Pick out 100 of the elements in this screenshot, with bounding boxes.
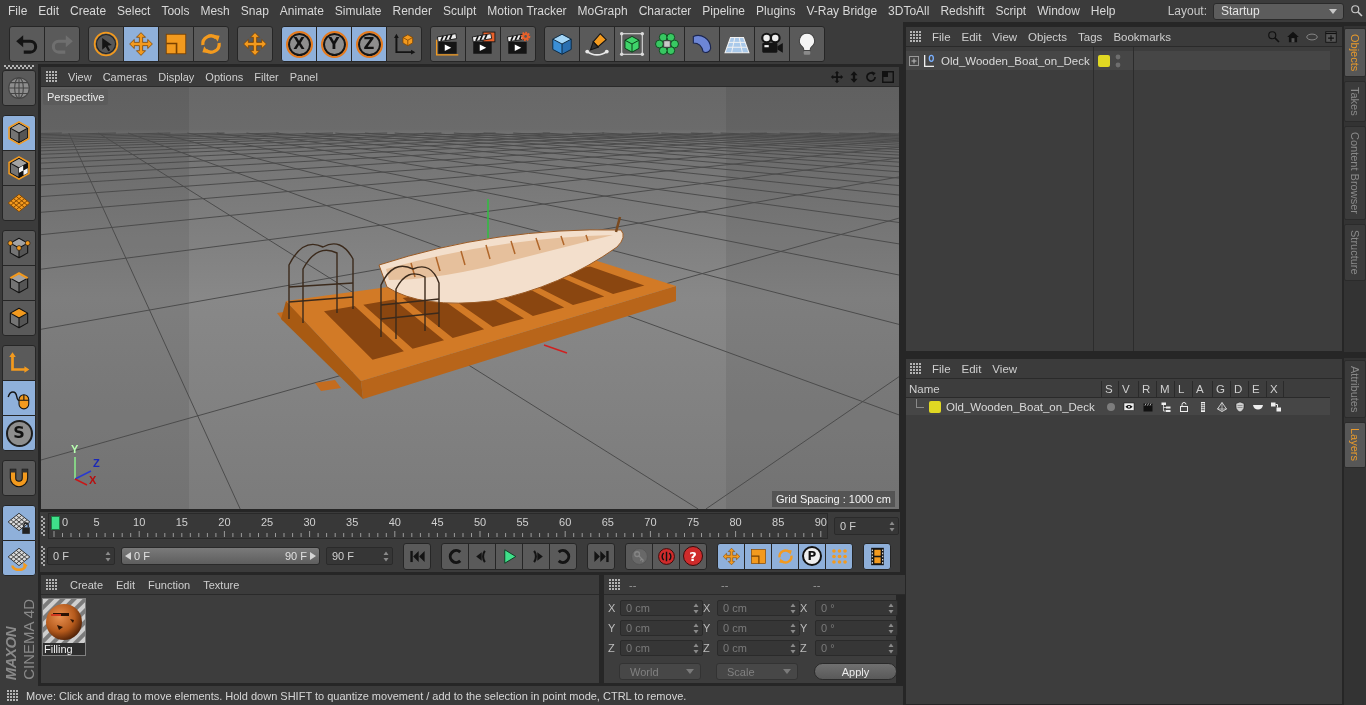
range-slider[interactable]: 0 F 90 F <box>121 547 320 565</box>
dots-icon[interactable] <box>1115 53 1121 68</box>
end-frame-field[interactable]: 90 F <box>326 547 393 565</box>
menu-item[interactable]: Filter <box>254 70 279 83</box>
menu-item[interactable]: Tags <box>1078 30 1103 43</box>
menu-item[interactable]: Plugins <box>756 4 796 18</box>
key-position-button[interactable] <box>717 542 745 570</box>
menu-item[interactable]: Render <box>392 4 432 18</box>
magnet-button[interactable] <box>2 460 36 496</box>
material-tile[interactable]: Filling <box>42 598 86 656</box>
points-button[interactable] <box>2 230 36 266</box>
timeline-window-button[interactable] <box>863 542 891 570</box>
column-header[interactable]: E <box>1249 381 1267 397</box>
menu-item[interactable]: Window <box>1037 4 1080 18</box>
timeline-ruler[interactable]: 0 5 10 15 20 25 30 35 40 45 50 55 60 65 70 75 80 85 90 <box>48 513 828 539</box>
menu-item[interactable]: File <box>8 4 28 18</box>
menu-item[interactable]: File <box>932 362 951 375</box>
workplane-lock-button[interactable] <box>2 505 36 541</box>
key-scale-button[interactable] <box>744 542 772 570</box>
axis-lock-button[interactable]: Z <box>351 26 387 62</box>
menu-item[interactable]: Motion Tracker <box>487 4 567 18</box>
cube-button[interactable] <box>544 26 580 62</box>
hierarchy-icon[interactable] <box>1160 400 1172 413</box>
clapperboard-icon[interactable] <box>1142 400 1154 413</box>
menu-item[interactable]: Function <box>148 578 191 591</box>
lock-icon[interactable] <box>1178 400 1190 413</box>
menu-item[interactable]: MoGraph <box>577 4 628 18</box>
play-button[interactable] <box>495 542 523 570</box>
rotate-button[interactable] <box>193 26 229 62</box>
planar-button[interactable] <box>2 540 36 576</box>
model-button[interactable] <box>2 115 36 151</box>
color-swatch-icon[interactable] <box>929 400 941 413</box>
column-header[interactable]: V <box>1119 381 1139 397</box>
home-icon[interactable] <box>1286 29 1300 44</box>
menu-item[interactable]: Tools <box>161 4 190 18</box>
column-header[interactable]: X <box>1267 381 1284 397</box>
menu-item[interactable]: 3DToAll <box>888 4 930 18</box>
axis-lock-button[interactable]: X <box>281 26 317 62</box>
menu-item[interactable]: Mesh <box>200 4 230 18</box>
menu-item[interactable]: Character <box>638 4 692 18</box>
camera-button[interactable] <box>754 26 790 62</box>
menu-item[interactable]: Simulate <box>334 4 382 18</box>
column-header[interactable]: S <box>1102 381 1119 397</box>
texture-button[interactable] <box>2 150 36 186</box>
menu-item[interactable]: Edit <box>961 30 982 43</box>
move-button[interactable] <box>123 26 159 62</box>
menu-item[interactable]: V-Ray Bridge <box>806 4 878 18</box>
menu-item[interactable]: Display <box>158 70 195 83</box>
menu-item[interactable]: Texture <box>203 578 240 591</box>
menu-item[interactable]: Edit <box>116 578 135 591</box>
go-start-button[interactable] <box>403 542 431 570</box>
snap-button[interactable]: S <box>2 415 36 451</box>
camera-label[interactable]: Perspective <box>43 89 109 105</box>
live-select-button[interactable] <box>88 26 124 62</box>
start-frame-field[interactable]: 0 F <box>47 547 115 565</box>
menu-item[interactable]: Panel <box>289 70 318 83</box>
current-frame-field[interactable]: 0 F <box>834 517 899 535</box>
go-end-button[interactable] <box>587 542 615 570</box>
render-view-button[interactable] <box>430 26 466 62</box>
axis-lock-button[interactable]: Y <box>316 26 352 62</box>
menu-item[interactable]: Select <box>117 4 151 18</box>
eye-icon[interactable] <box>1123 400 1135 413</box>
left-arrow-icon[interactable] <box>125 552 131 560</box>
menu-item[interactable]: Animate <box>279 4 324 18</box>
menu-item[interactable]: Help <box>1090 4 1116 18</box>
layout-dropdown[interactable]: Startup <box>1213 2 1344 20</box>
layer-row[interactable]: Old_Wooden_Boat_on_Deck <box>906 398 1330 415</box>
menu-item[interactable]: Snap <box>240 4 269 18</box>
right-arrow-icon[interactable] <box>310 552 316 560</box>
column-header[interactable]: R <box>1139 381 1157 397</box>
menu-item[interactable]: File <box>932 30 951 43</box>
menu-item[interactable]: Redshift <box>940 4 985 18</box>
undo-button[interactable] <box>9 26 45 62</box>
column-header[interactable]: D <box>1231 381 1249 397</box>
menu-item[interactable]: Cameras <box>102 70 148 83</box>
column-header[interactable]: Name <box>906 381 1102 397</box>
key-parameter-button[interactable]: P <box>798 542 826 570</box>
render-picture-button[interactable] <box>465 26 501 62</box>
column-header[interactable]: G <box>1213 381 1231 397</box>
prev-key-button[interactable] <box>441 542 469 570</box>
menu-item[interactable]: Script <box>995 4 1027 18</box>
dot-icon[interactable] <box>1104 400 1117 413</box>
column-header[interactable]: L <box>1175 381 1193 397</box>
expand-icon[interactable] <box>909 55 919 66</box>
boat-on-deck-drawing[interactable] <box>277 198 676 399</box>
move-button[interactable] <box>237 26 273 62</box>
window-plus-icon[interactable] <box>1324 29 1338 44</box>
tweak-button[interactable] <box>2 380 36 416</box>
shield-icon[interactable] <box>1234 400 1246 413</box>
workplane-button[interactable] <box>2 185 36 221</box>
menu-item[interactable]: Edit <box>961 362 982 375</box>
object-row[interactable]: Old_Wooden_Boat_on_Deck <box>906 51 1330 70</box>
pen-button[interactable] <box>579 26 615 62</box>
coordinate-system-button[interactable] <box>386 26 422 62</box>
bend-button[interactable] <box>684 26 720 62</box>
menu-item[interactable]: Create <box>70 4 107 18</box>
polygons-button[interactable] <box>2 300 36 336</box>
pyramid-icon[interactable] <box>1216 400 1228 413</box>
menu-item[interactable]: View <box>68 70 92 83</box>
light-button[interactable] <box>789 26 825 62</box>
